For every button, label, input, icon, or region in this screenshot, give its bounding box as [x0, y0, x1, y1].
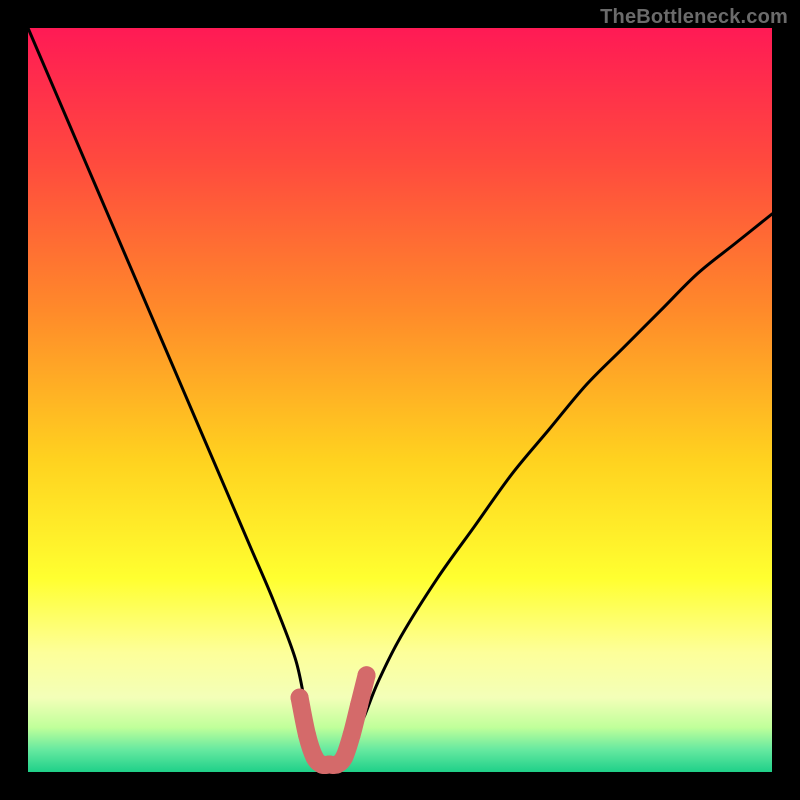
optimal-range-dot [298, 726, 316, 744]
outer-frame: TheBottleneck.com [0, 0, 800, 800]
chart-svg [28, 28, 772, 772]
optimal-range-dot [335, 748, 353, 766]
plot-area [28, 28, 772, 772]
bottleneck-curve [28, 28, 772, 766]
optimal-range-dot [343, 726, 361, 744]
watermark-text: TheBottleneck.com [600, 6, 788, 29]
optimal-range-dot [358, 666, 376, 684]
optimal-range-dot [350, 696, 368, 714]
optimal-range-dot [291, 689, 309, 707]
